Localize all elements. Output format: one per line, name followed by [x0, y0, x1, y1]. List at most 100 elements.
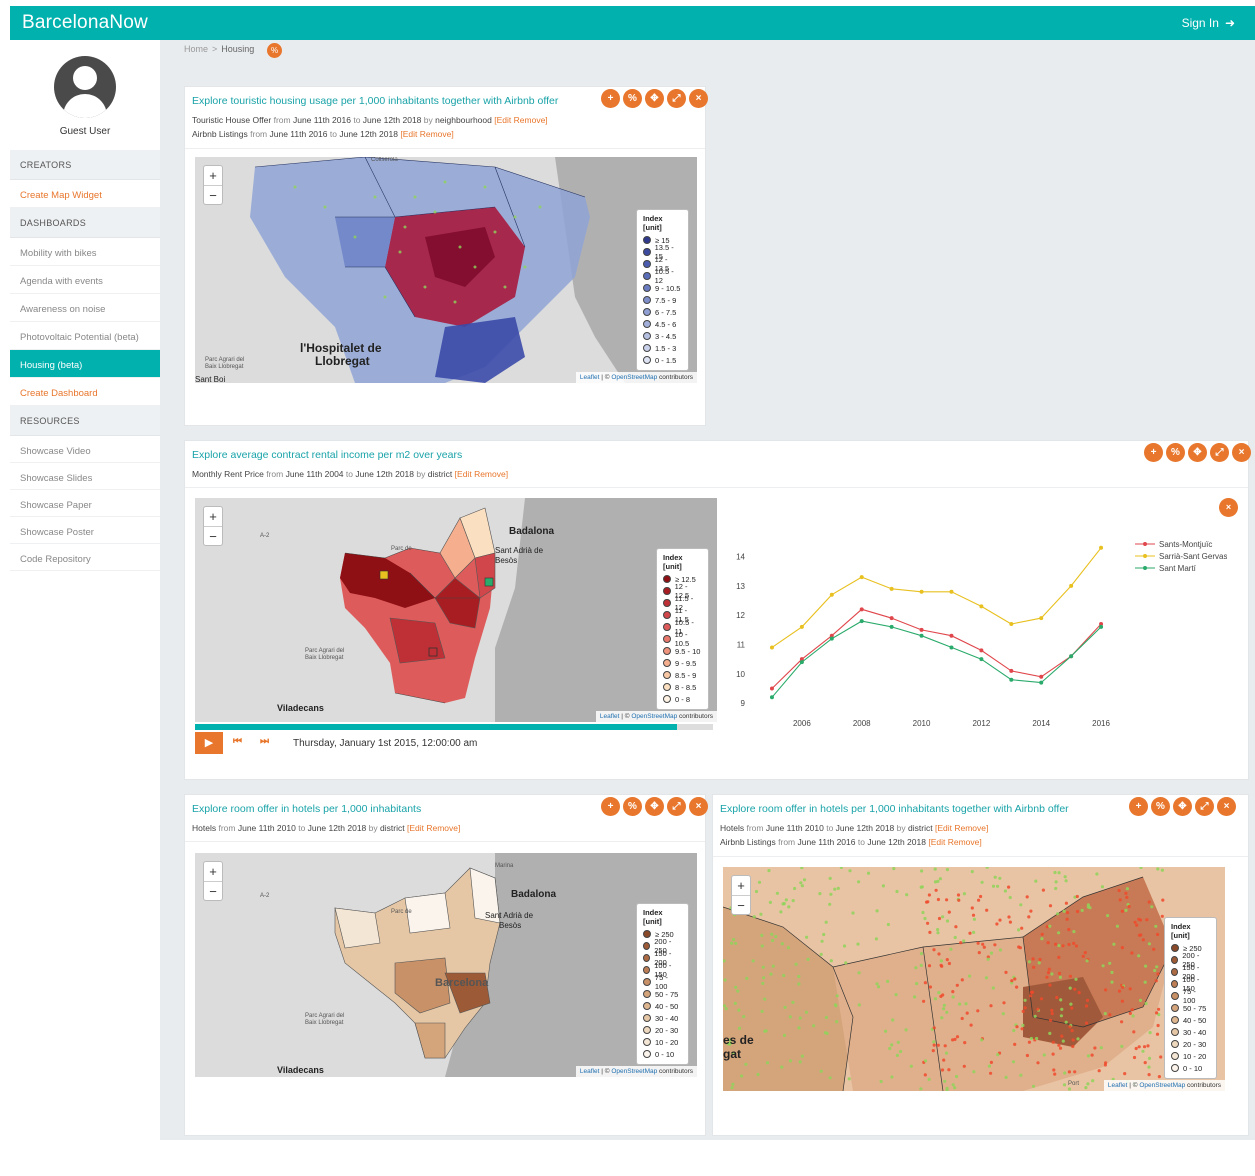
remove-link[interactable]: Remove]	[474, 469, 508, 479]
sidebar-item-photovoltaic[interactable]: Photovoltaic Potential (beta)	[10, 322, 160, 350]
x-tick-label: 2008	[853, 719, 871, 728]
expand-icon[interactable]: ⤢	[667, 797, 686, 816]
remove-link[interactable]: Remove]	[948, 837, 982, 847]
chart-close-icon[interactable]: ×	[1219, 498, 1238, 517]
sidebar-item-code-repository[interactable]: Code Repository	[10, 544, 160, 571]
remove-link[interactable]: Remove]	[420, 129, 454, 139]
previous-button[interactable]: ⏮	[233, 736, 242, 747]
data-point	[769, 686, 774, 691]
leaflet-link[interactable]: Leaflet	[600, 713, 620, 720]
edit-link[interactable]: [Edit	[494, 115, 511, 125]
zoom-out-button[interactable]: −	[204, 526, 222, 545]
link-icon[interactable]: %	[623, 797, 642, 816]
legend-swatch	[643, 966, 651, 974]
osm-link[interactable]: OpenStreetMap	[611, 1068, 657, 1075]
zoom-in-button[interactable]: +	[204, 166, 222, 185]
move-icon[interactable]: ✥	[1173, 797, 1192, 816]
next-button[interactable]: ⏭	[260, 736, 269, 747]
add-icon[interactable]: +	[1144, 443, 1163, 462]
zoom-out-button[interactable]: −	[204, 881, 222, 900]
time-slider[interactable]: ▶ ⏮ ⏭ Thursday, January 1st 2015, 12:00:…	[195, 724, 713, 758]
add-icon[interactable]: +	[601, 797, 620, 816]
sidebar-item-agenda[interactable]: Agenda with events	[10, 266, 160, 294]
legend-rows: ≥ 250 200 - 250 150 - 200 100 - 150 75 - 100…	[1171, 942, 1210, 1074]
link-icon[interactable]: %	[1166, 443, 1185, 462]
y-tick-label: 14	[736, 553, 745, 562]
brand-logo[interactable]: BarcelonaNow	[22, 12, 148, 34]
place-label: gat	[723, 1047, 741, 1061]
data-point	[979, 604, 984, 609]
zoom-out-button[interactable]: −	[732, 895, 750, 914]
share-link-icon[interactable]: %	[267, 43, 282, 58]
close-icon[interactable]: ×	[689, 797, 708, 816]
close-icon[interactable]: ×	[689, 89, 708, 108]
zoom-control: + −	[203, 165, 223, 205]
map-rental-income[interactable]: + − Badalona Sant Adrià de Besòs Parc Ag…	[195, 498, 717, 722]
data-point	[949, 645, 954, 650]
sidebar-item-noise[interactable]: Awareness on noise	[10, 294, 160, 322]
close-icon[interactable]: ×	[1232, 443, 1251, 462]
avatar[interactable]	[54, 56, 116, 118]
sidebar-item-showcase-video[interactable]: Showcase Video	[10, 436, 160, 463]
data-point	[829, 636, 834, 641]
add-icon[interactable]: +	[1129, 797, 1148, 816]
close-icon[interactable]: ×	[1217, 797, 1236, 816]
move-icon[interactable]: ✥	[1188, 443, 1207, 462]
remove-link[interactable]: Remove]	[954, 823, 988, 833]
remove-link[interactable]: Remove]	[514, 115, 548, 125]
leaflet-link[interactable]: Leaflet	[580, 1068, 600, 1075]
sidebar-item-showcase-poster[interactable]: Showcase Poster	[10, 517, 160, 544]
edit-link[interactable]: [Edit	[400, 129, 417, 139]
add-icon[interactable]: +	[601, 89, 620, 108]
sidebar-header-creators: CREATORS	[10, 150, 160, 180]
legend-label: 8.5 - 9	[675, 670, 697, 680]
data-point	[979, 648, 984, 653]
layer-info: Hotels from June 11th 2010 to June 12th …	[720, 823, 988, 833]
edit-link[interactable]: [Edit	[455, 469, 472, 479]
sign-in-link[interactable]: Sign In ➜	[1182, 16, 1235, 30]
widget-controls: + % ✥ ⤢ ×	[1144, 443, 1251, 462]
zoom-in-button[interactable]: +	[204, 507, 222, 526]
breadcrumb-home[interactable]: Home	[184, 44, 208, 54]
move-icon[interactable]: ✥	[645, 797, 664, 816]
sidebar-item-mobility[interactable]: Mobility with bikes	[10, 238, 160, 266]
map-hotel-rooms[interactable]: + − Badalona Sant Adrià de Besòs Barcelo…	[195, 853, 697, 1077]
from-label: from	[218, 823, 236, 833]
expand-icon[interactable]: ⤢	[1195, 797, 1214, 816]
legend-label: 1.5 - 3	[655, 343, 677, 353]
expand-icon[interactable]: ⤢	[1210, 443, 1229, 462]
y-tick-label: 11	[737, 641, 746, 650]
zoom-in-button[interactable]: +	[204, 862, 222, 881]
edit-link[interactable]: [Edit	[407, 823, 424, 833]
aggregation-unit: district	[427, 469, 453, 479]
leaflet-link[interactable]: Leaflet	[1108, 1082, 1128, 1089]
sidebar-item-create-dashboard[interactable]: Create Dashboard	[10, 378, 160, 406]
leaflet-link[interactable]: Leaflet	[580, 374, 600, 381]
place-label: A-2	[260, 533, 270, 539]
sidebar-item-showcase-paper[interactable]: Showcase Paper	[10, 490, 160, 517]
map-hotel-airbnb[interactable]: + − es de gat Port Index [unit] ≥ 250 200…	[723, 867, 1225, 1091]
move-icon[interactable]: ✥	[645, 89, 664, 108]
edit-link[interactable]: [Edit	[935, 823, 952, 833]
legend-label: 9 - 9.5	[675, 658, 697, 668]
edit-link[interactable]: [Edit	[928, 837, 945, 847]
layer-info: Airbnb Listings from June 11th 2016 to J…	[720, 837, 982, 847]
map-touristic-housing[interactable]: + − l'Hospitalet de Llobregat Parc Agrar…	[195, 157, 697, 383]
link-icon[interactable]: %	[623, 89, 642, 108]
sidebar-item-create-map-widget[interactable]: Create Map Widget	[10, 180, 160, 208]
play-button[interactable]: ▶	[195, 732, 223, 754]
zoom-out-button[interactable]: −	[204, 185, 222, 204]
osm-link[interactable]: OpenStreetMap	[1139, 1082, 1185, 1089]
sidebar-item-housing[interactable]: Housing (beta)	[10, 350, 160, 378]
osm-link[interactable]: OpenStreetMap	[611, 374, 657, 381]
data-point	[859, 619, 864, 624]
sign-in-icon: ➜	[1224, 16, 1235, 30]
osm-link[interactable]: OpenStreetMap	[631, 713, 677, 720]
expand-icon[interactable]: ⤢	[667, 89, 686, 108]
sidebar-item-showcase-slides[interactable]: Showcase Slides	[10, 463, 160, 490]
link-icon[interactable]: %	[1151, 797, 1170, 816]
legend-row: 40 - 50	[1171, 1014, 1210, 1026]
remove-link[interactable]: Remove]	[426, 823, 460, 833]
by-label: by	[416, 469, 426, 479]
zoom-in-button[interactable]: +	[732, 876, 750, 895]
